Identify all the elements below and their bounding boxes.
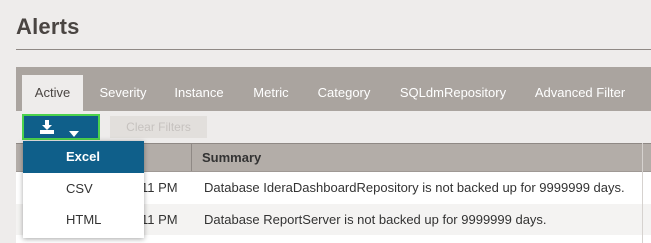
tab-sqldmrepository[interactable]: SQLdmRepository — [392, 75, 514, 111]
clear-filters-button[interactable]: Clear Filters — [110, 116, 207, 138]
cell-summary: Database IderaDashboardRepository is not… — [204, 180, 625, 195]
cell-time: 11 PM — [141, 212, 178, 227]
tab-active[interactable]: Active — [22, 75, 83, 111]
tab-metric[interactable]: Metric — [246, 75, 296, 111]
export-button[interactable] — [22, 114, 100, 140]
column-header-summary[interactable]: Summary — [202, 144, 261, 172]
tab-severity[interactable]: Severity — [92, 75, 154, 111]
cell-summary: Database ReportServer is not backed up f… — [204, 212, 547, 227]
page-title: Alerts — [16, 14, 80, 39]
download-icon — [39, 119, 55, 140]
title-divider — [16, 49, 651, 50]
column-separator — [191, 144, 192, 171]
cell-time: 11 PM — [141, 180, 178, 195]
export-csv-item[interactable]: CSV — [23, 173, 144, 205]
tab-instance[interactable]: Instance — [168, 75, 230, 111]
export-dropdown-menu: Excel CSV HTML — [23, 141, 144, 238]
tab-category[interactable]: Category — [312, 75, 376, 111]
tab-bar: Active Severity Instance Metric Category… — [16, 67, 651, 111]
caret-down-icon — [69, 124, 79, 142]
tab-advanced-filter[interactable]: Advanced Filter — [528, 75, 632, 111]
export-html-item[interactable]: HTML — [23, 204, 144, 236]
export-excel-item[interactable]: Excel — [23, 141, 144, 173]
grid-right-border — [642, 143, 643, 243]
